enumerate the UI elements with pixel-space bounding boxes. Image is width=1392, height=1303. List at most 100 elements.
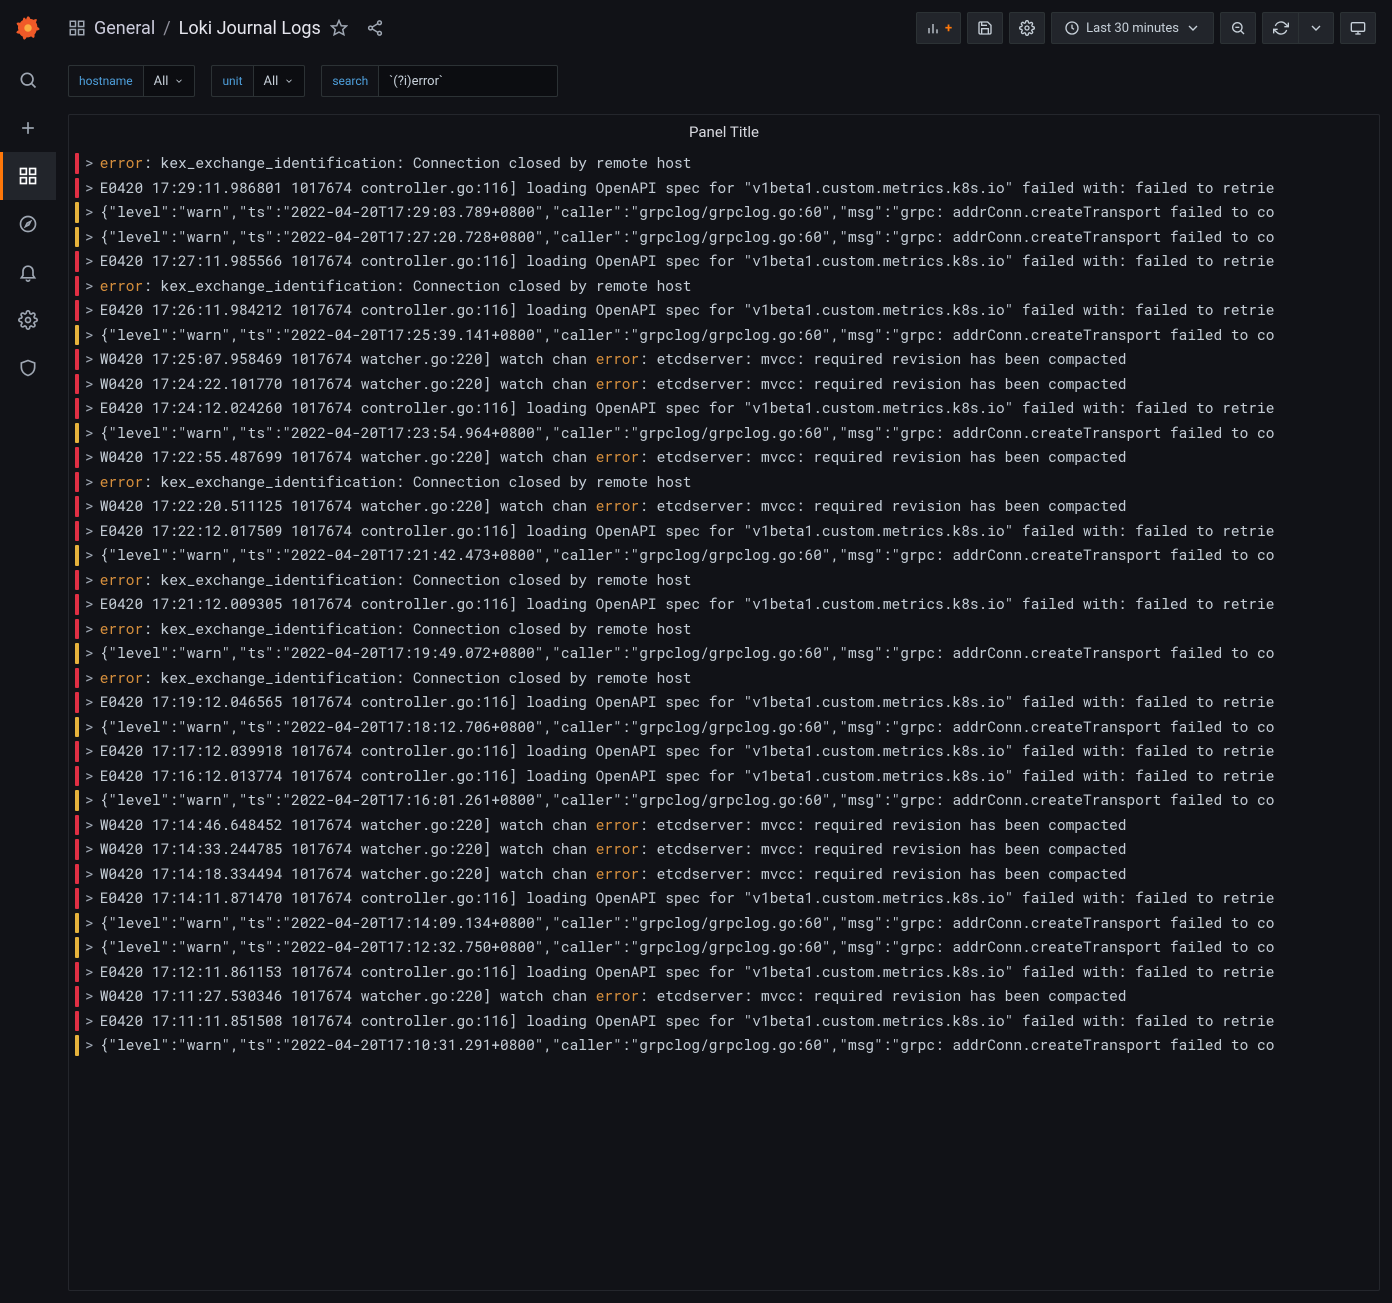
expand-caret[interactable]: > <box>85 617 94 642</box>
log-row[interactable]: >error: kex_exchange_identification: Con… <box>75 274 1377 299</box>
log-row[interactable]: >E0420 17:17:12.039918 1017674 controlle… <box>75 739 1377 764</box>
expand-caret[interactable]: > <box>85 470 94 495</box>
log-row[interactable]: >W0420 17:14:46.648452 1017674 watcher.g… <box>75 813 1377 838</box>
log-row[interactable]: >E0420 17:19:12.046565 1017674 controlle… <box>75 690 1377 715</box>
log-row[interactable]: >{"level":"warn","ts":"2022-04-20T17:27:… <box>75 225 1377 250</box>
view-mode-button[interactable] <box>1340 12 1376 44</box>
expand-caret[interactable]: > <box>85 837 94 862</box>
log-row[interactable]: >error: kex_exchange_identification: Con… <box>75 617 1377 642</box>
share-button[interactable] <box>357 12 393 44</box>
var-hostname-value[interactable]: All <box>143 65 196 97</box>
expand-caret[interactable]: > <box>85 1033 94 1058</box>
nav-alerts[interactable] <box>0 248 56 296</box>
expand-caret[interactable]: > <box>85 151 94 176</box>
time-picker[interactable]: Last 30 minutes <box>1051 12 1214 44</box>
log-row[interactable]: >E0420 17:21:12.009305 1017674 controlle… <box>75 592 1377 617</box>
nav-search[interactable] <box>0 56 56 104</box>
expand-caret[interactable]: > <box>85 445 94 470</box>
panel-title[interactable]: Panel Title <box>69 115 1379 151</box>
log-row[interactable]: >W0420 17:24:22.101770 1017674 watcher.g… <box>75 372 1377 397</box>
log-row[interactable]: >{"level":"warn","ts":"2022-04-20T17:16:… <box>75 788 1377 813</box>
expand-caret[interactable]: > <box>85 935 94 960</box>
expand-caret[interactable]: > <box>85 764 94 789</box>
log-row[interactable]: >E0420 17:22:12.017509 1017674 controlle… <box>75 519 1377 544</box>
nav-config[interactable] <box>0 296 56 344</box>
log-row[interactable]: >{"level":"warn","ts":"2022-04-20T17:29:… <box>75 200 1377 225</box>
log-row[interactable]: >E0420 17:14:11.871470 1017674 controlle… <box>75 886 1377 911</box>
expand-caret[interactable]: > <box>85 396 94 421</box>
log-row[interactable]: >error: kex_exchange_identification: Con… <box>75 470 1377 495</box>
var-unit-value[interactable]: All <box>253 65 306 97</box>
expand-caret[interactable]: > <box>85 984 94 1009</box>
refresh-interval-picker[interactable] <box>1298 12 1334 44</box>
log-row[interactable]: >E0420 17:16:12.013774 1017674 controlle… <box>75 764 1377 789</box>
log-row[interactable]: >{"level":"warn","ts":"2022-04-20T17:23:… <box>75 421 1377 446</box>
expand-caret[interactable]: > <box>85 274 94 299</box>
log-row[interactable]: >{"level":"warn","ts":"2022-04-20T17:18:… <box>75 715 1377 740</box>
log-row[interactable]: >E0420 17:27:11.985566 1017674 controlle… <box>75 249 1377 274</box>
log-row[interactable]: >W0420 17:22:20.511125 1017674 watcher.g… <box>75 494 1377 519</box>
nav-admin[interactable] <box>0 344 56 392</box>
log-row[interactable]: >{"level":"warn","ts":"2022-04-20T17:14:… <box>75 911 1377 936</box>
dashboards-icon[interactable] <box>68 19 86 37</box>
expand-caret[interactable]: > <box>85 200 94 225</box>
breadcrumb-folder[interactable]: General <box>94 18 155 39</box>
log-row[interactable]: >E0420 17:11:11.851508 1017674 controlle… <box>75 1009 1377 1034</box>
refresh-button[interactable] <box>1262 12 1298 44</box>
expand-caret[interactable]: > <box>85 1009 94 1034</box>
expand-caret[interactable]: > <box>85 911 94 936</box>
expand-caret[interactable]: > <box>85 494 94 519</box>
expand-caret[interactable]: > <box>85 372 94 397</box>
nav-dashboards[interactable] <box>0 152 56 200</box>
expand-caret[interactable]: > <box>85 715 94 740</box>
log-row[interactable]: >{"level":"warn","ts":"2022-04-20T17:10:… <box>75 1033 1377 1058</box>
expand-caret[interactable]: > <box>85 641 94 666</box>
expand-caret[interactable]: > <box>85 960 94 985</box>
log-row[interactable]: >error: kex_exchange_identification: Con… <box>75 666 1377 691</box>
expand-caret[interactable]: > <box>85 347 94 372</box>
expand-caret[interactable]: > <box>85 690 94 715</box>
expand-caret[interactable]: > <box>85 519 94 544</box>
save-button[interactable] <box>967 12 1003 44</box>
log-row[interactable]: >W0420 17:14:33.244785 1017674 watcher.g… <box>75 837 1377 862</box>
log-row[interactable]: >W0420 17:22:55.487699 1017674 watcher.g… <box>75 445 1377 470</box>
expand-caret[interactable]: > <box>85 813 94 838</box>
expand-caret[interactable]: > <box>85 592 94 617</box>
zoom-out-button[interactable] <box>1220 12 1256 44</box>
log-row[interactable]: >{"level":"warn","ts":"2022-04-20T17:21:… <box>75 543 1377 568</box>
log-row[interactable]: >{"level":"warn","ts":"2022-04-20T17:12:… <box>75 935 1377 960</box>
expand-caret[interactable]: > <box>85 666 94 691</box>
nav-create[interactable] <box>0 104 56 152</box>
expand-caret[interactable]: > <box>85 739 94 764</box>
log-message: error: kex_exchange_identification: Conn… <box>100 274 692 299</box>
log-row[interactable]: >W0420 17:14:18.334494 1017674 watcher.g… <box>75 862 1377 887</box>
expand-caret[interactable]: > <box>85 176 94 201</box>
log-row[interactable]: >E0420 17:12:11.861153 1017674 controlle… <box>75 960 1377 985</box>
expand-caret[interactable]: > <box>85 788 94 813</box>
log-row[interactable]: >E0420 17:24:12.024260 1017674 controlle… <box>75 396 1377 421</box>
expand-caret[interactable]: > <box>85 225 94 250</box>
expand-caret[interactable]: > <box>85 323 94 348</box>
expand-caret[interactable]: > <box>85 421 94 446</box>
var-search-input[interactable]: `(?i)error` <box>378 65 558 97</box>
log-row[interactable]: >error: kex_exchange_identification: Con… <box>75 568 1377 593</box>
log-row[interactable]: >{"level":"warn","ts":"2022-04-20T17:19:… <box>75 641 1377 666</box>
page-title[interactable]: Loki Journal Logs <box>179 18 321 39</box>
log-row[interactable]: >W0420 17:25:07.958469 1017674 watcher.g… <box>75 347 1377 372</box>
expand-caret[interactable]: > <box>85 543 94 568</box>
expand-caret[interactable]: > <box>85 568 94 593</box>
favorite-button[interactable] <box>321 12 357 44</box>
log-row[interactable]: >error: kex_exchange_identification: Con… <box>75 151 1377 176</box>
expand-caret[interactable]: > <box>85 298 94 323</box>
expand-caret[interactable]: > <box>85 886 94 911</box>
add-panel-button[interactable]: + <box>916 12 961 44</box>
log-row[interactable]: >W0420 17:11:27.530346 1017674 watcher.g… <box>75 984 1377 1009</box>
expand-caret[interactable]: > <box>85 862 94 887</box>
log-row[interactable]: >E0420 17:26:11.984212 1017674 controlle… <box>75 298 1377 323</box>
grafana-logo[interactable] <box>0 0 56 56</box>
log-row[interactable]: >E0420 17:29:11.986801 1017674 controlle… <box>75 176 1377 201</box>
expand-caret[interactable]: > <box>85 249 94 274</box>
settings-button[interactable] <box>1009 12 1045 44</box>
nav-explore[interactable] <box>0 200 56 248</box>
log-row[interactable]: >{"level":"warn","ts":"2022-04-20T17:25:… <box>75 323 1377 348</box>
